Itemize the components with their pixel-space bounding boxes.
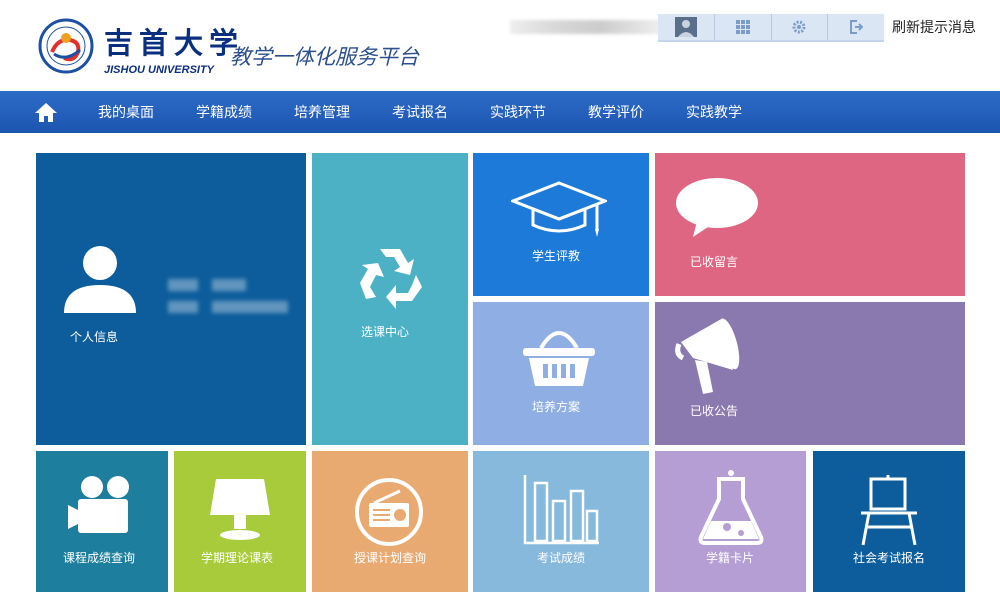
tile-exam-results[interactable]: 考试成绩	[473, 451, 649, 592]
user-name-blurred	[510, 20, 660, 34]
tile-received-notices[interactable]: 已收公告	[655, 302, 965, 445]
tile-label: 学生评教	[532, 249, 581, 263]
grid-icon	[735, 20, 750, 34]
platform-title: 教学一体化服务平台	[230, 45, 419, 69]
speech-bubble-icon	[676, 178, 758, 237]
basket-icon	[523, 331, 595, 386]
settings-button[interactable]	[772, 14, 829, 40]
tile-personal-info[interactable]: 个人信息	[36, 153, 306, 445]
apps-button[interactable]	[715, 14, 772, 40]
tile-label: 授课计划查询	[354, 551, 427, 565]
school-name-cn: 吉首大学	[104, 26, 245, 60]
nav-practical-teaching[interactable]: 实践教学	[686, 102, 742, 122]
tile-label: 培养方案	[532, 400, 581, 414]
avatar[interactable]	[658, 14, 715, 40]
blurred-text	[212, 279, 246, 291]
tile-course-selection[interactable]: 选课中心	[312, 153, 468, 445]
tile-label: 选课中心	[361, 325, 410, 339]
blurred-text	[168, 301, 198, 313]
person-icon	[64, 246, 136, 313]
tile-social-exam-registration[interactable]: 社会考试报名	[813, 451, 965, 592]
easel-icon	[861, 475, 917, 546]
tile-student-card[interactable]: 学籍卡片	[655, 451, 806, 592]
tile-label: 课程成绩查询	[63, 551, 136, 565]
tile-grade-query[interactable]: 课程成绩查询	[36, 451, 168, 592]
flask-icon	[698, 470, 764, 545]
recycle-icon	[360, 249, 422, 309]
tile-label: 学籍卡片	[706, 551, 755, 565]
university-logo	[38, 18, 94, 74]
tile-training-plan[interactable]: 培养方案	[473, 302, 649, 445]
lamp-icon	[210, 479, 270, 540]
tile-label: 学期理论课表	[201, 551, 274, 565]
school-name-en: JISHOU UNIVERSITY	[104, 64, 215, 76]
tile-student-evaluation[interactable]: 学生评教	[473, 153, 649, 296]
blurred-text	[168, 279, 198, 291]
tile-label: 考试成绩	[537, 551, 586, 565]
nav-exam-registration[interactable]: 考试报名	[392, 102, 448, 122]
tile-label: 社会考试报名	[853, 551, 926, 565]
blurred-text	[212, 301, 288, 313]
logout-button[interactable]	[828, 14, 884, 40]
radio-icon	[355, 478, 423, 546]
tile-semester-timetable[interactable]: 学期理论课表	[174, 451, 306, 592]
avatar-icon	[674, 17, 697, 37]
bar-chart-icon	[523, 475, 599, 545]
logout-icon	[850, 20, 864, 34]
refresh-messages-link[interactable]: 刷新提示消息	[892, 17, 976, 37]
tile-label: 已收留言	[690, 255, 739, 269]
nav-training-management[interactable]: 培养管理	[294, 102, 350, 122]
nav-practice-section[interactable]: 实践环节	[490, 102, 546, 122]
top-toolbar	[658, 14, 884, 42]
gear-icon	[792, 20, 806, 34]
tile-teaching-plan-query[interactable]: 授课计划查询	[312, 451, 468, 592]
header: 吉首大学 JISHOU UNIVERSITY 教学一体化服务平台 刷新提示消息	[0, 0, 1000, 90]
nav-teaching-evaluation[interactable]: 教学评价	[588, 102, 644, 122]
nav-my-desktop[interactable]: 我的桌面	[98, 102, 154, 122]
graduation-cap-icon	[511, 181, 607, 237]
tile-label: 个人信息	[70, 330, 119, 344]
main-nav: 我的桌面 学籍成绩 培养管理 考试报名 实践环节 教学评价 实践教学	[0, 91, 1000, 133]
nav-status-grades[interactable]: 学籍成绩	[196, 102, 252, 122]
home-icon[interactable]	[34, 101, 58, 123]
megaphone-icon	[675, 318, 740, 394]
video-camera-icon	[68, 476, 129, 533]
tile-received-messages[interactable]: 已收留言	[655, 153, 965, 296]
tile-label: 已收公告	[690, 404, 739, 418]
